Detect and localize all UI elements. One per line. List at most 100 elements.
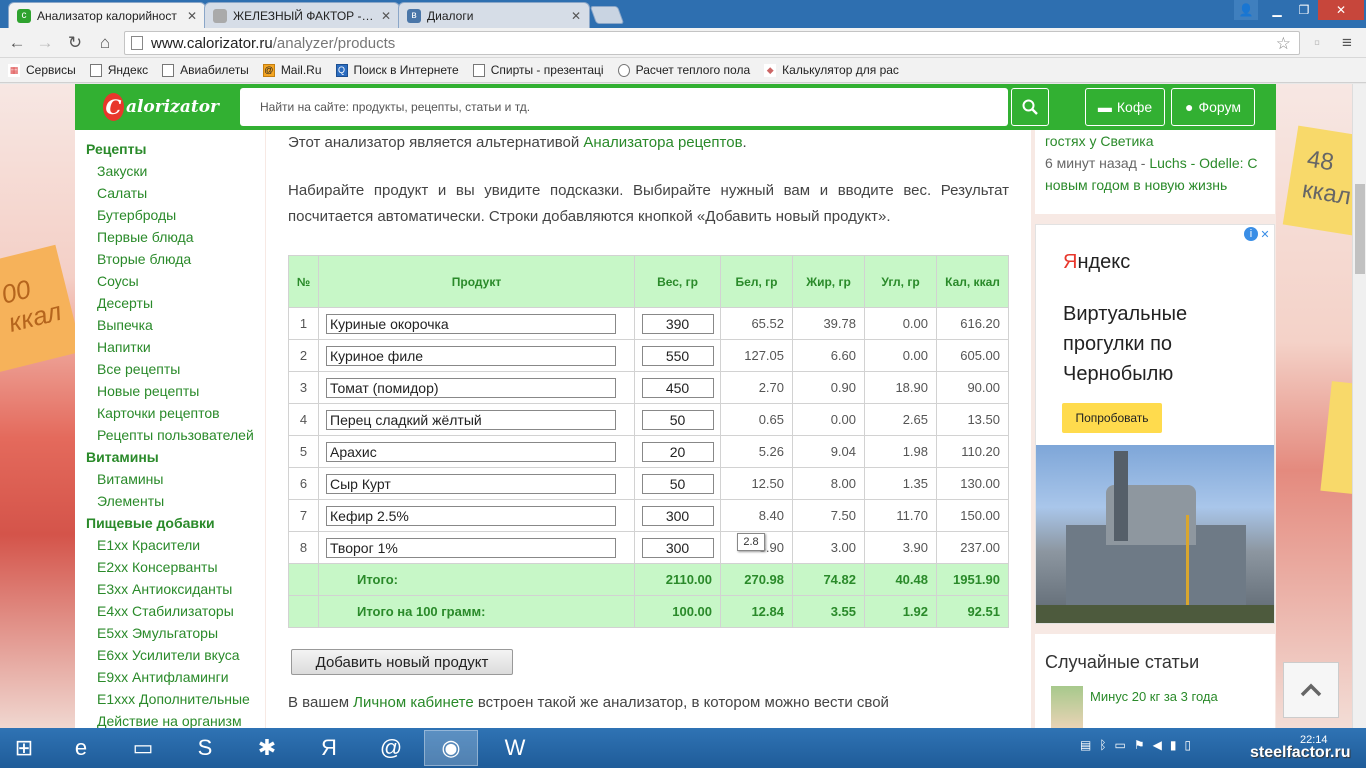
product-input[interactable]: Куриные окорочка bbox=[326, 313, 616, 334]
bluetooth-icon[interactable]: ᛒ bbox=[1099, 738, 1106, 752]
search-button[interactable] bbox=[1011, 88, 1049, 126]
home-icon[interactable]: ⌂ bbox=[94, 33, 116, 53]
sidebar-heading-recipes[interactable]: Рецепты bbox=[86, 138, 265, 160]
article-thumbnail[interactable] bbox=[1051, 686, 1083, 728]
language-icon[interactable]: ▯ bbox=[1185, 738, 1192, 752]
ad-try-button[interactable]: Попробовать bbox=[1062, 403, 1162, 433]
weight-input[interactable]: 50 bbox=[641, 409, 714, 430]
bookmark-aviabilety[interactable]: Авиабилеты bbox=[162, 63, 249, 77]
ad-info-icon[interactable]: i bbox=[1244, 227, 1258, 241]
sidebar-item-e4xx[interactable]: E4xx Стабилизаторы bbox=[86, 600, 265, 622]
mail-agent-icon[interactable]: @ bbox=[364, 730, 418, 766]
network-icon[interactable]: ▮ bbox=[1170, 738, 1177, 752]
sidebar-item-sousy[interactable]: Соусы bbox=[86, 270, 265, 292]
tab-zhelezny-faktor[interactable]: ЖЕЛЕЗНЫЙ ФАКТОР - лу ✕ bbox=[204, 2, 400, 28]
tab-analyzer[interactable]: c Анализатор калорийност ✕ bbox=[8, 2, 206, 28]
url-field[interactable]: www.calorizator.ru/analyzer/products ☆ bbox=[124, 31, 1300, 55]
recipe-analyzer-link[interactable]: Анализатора рецептов bbox=[583, 134, 742, 151]
sidebar-item-elementy[interactable]: Элементы bbox=[86, 490, 265, 512]
sidebar-heading-vitamins[interactable]: Витамины bbox=[86, 446, 265, 468]
article-link[interactable]: Минус 20 кг за 3 года bbox=[1090, 689, 1218, 704]
sidebar-item-pervye-blyuda[interactable]: Первые блюда bbox=[86, 226, 265, 248]
weight-input[interactable]: 450 bbox=[641, 377, 714, 398]
bookmark-teply-pol[interactable]: Расчет теплого пола bbox=[617, 63, 750, 77]
reload-icon[interactable]: ↻ bbox=[64, 33, 86, 53]
yandex-browser-icon[interactable]: Я bbox=[302, 730, 356, 766]
tray-device-icon[interactable]: ▤ bbox=[1080, 738, 1091, 752]
weight-input[interactable]: 300 bbox=[641, 505, 714, 526]
product-input[interactable]: Перец сладкий жёлтый bbox=[326, 409, 616, 430]
sidebar-item-e3xx[interactable]: E3xx Антиоксиданты bbox=[86, 578, 265, 600]
windows-start-icon[interactable]: ⊞ bbox=[0, 730, 48, 766]
sidebar-item-e5xx[interactable]: E5xx Эмульгаторы bbox=[86, 622, 265, 644]
activity-user-link[interactable]: Luchs bbox=[1149, 155, 1186, 171]
chrome-icon[interactable]: ◉ bbox=[424, 730, 478, 766]
yandex-ad-block[interactable]: i ✕ Яндекс Виртуальные прогулки по Черно… bbox=[1035, 224, 1275, 624]
bookmark-star-icon[interactable]: ☆ bbox=[1276, 34, 1291, 54]
back-arrow-icon[interactable]: ← bbox=[6, 33, 28, 53]
minimize-button[interactable]: ▁ bbox=[1264, 0, 1290, 20]
sidebar-item-napitki[interactable]: Напитки bbox=[86, 336, 265, 358]
activity-topic-link[interactable]: гостях у Светика bbox=[1045, 130, 1265, 152]
bookmark-mailru[interactable]: @ Mail.Ru bbox=[262, 63, 322, 77]
extension-icon[interactable]: ▫ bbox=[1306, 33, 1328, 53]
sidebar-item-vitaminy[interactable]: Витамины bbox=[86, 468, 265, 490]
display-icon[interactable]: ▭ bbox=[1115, 738, 1126, 752]
sidebar-item-vse-recepty[interactable]: Все рецепты bbox=[86, 358, 265, 380]
scroll-to-top-button[interactable] bbox=[1283, 662, 1339, 718]
file-explorer-icon[interactable]: ▭ bbox=[116, 730, 170, 766]
page-scrollbar[interactable] bbox=[1352, 84, 1366, 728]
volume-icon[interactable]: ◀ bbox=[1153, 738, 1162, 752]
sidebar-heading-additives[interactable]: Пищевые добавки bbox=[86, 512, 265, 534]
sidebar-item-e9xx[interactable]: E9xx Антифламинги bbox=[86, 666, 265, 688]
bookmark-yandex[interactable]: Яндекс bbox=[89, 63, 148, 77]
close-window-button[interactable]: ✕ bbox=[1318, 0, 1364, 20]
personal-cabinet-link[interactable]: Личном кабинете bbox=[353, 694, 474, 711]
weight-input[interactable]: 300 bbox=[641, 537, 714, 558]
restore-button[interactable]: ❐ bbox=[1290, 0, 1318, 20]
bookmark-spirty[interactable]: Спирты - презентаці bbox=[472, 63, 604, 77]
product-input[interactable]: Кефир 2.5% bbox=[326, 505, 616, 526]
torrent-icon[interactable]: ✱ bbox=[240, 730, 294, 766]
user-profile-icon[interactable]: 👤 bbox=[1234, 0, 1258, 20]
site-logo[interactable]: Calorizator bbox=[103, 90, 219, 124]
product-input[interactable]: Арахис bbox=[326, 441, 616, 462]
word-icon[interactable]: W bbox=[488, 730, 542, 766]
sidebar-item-vtorye-blyuda[interactable]: Вторые блюда bbox=[86, 248, 265, 270]
sidebar-item-kartochki[interactable]: Карточки рецептов bbox=[86, 402, 265, 424]
sidebar-item-zakuski[interactable]: Закуски bbox=[86, 160, 265, 182]
bookmark-search[interactable]: Q Поиск в Интернете bbox=[335, 63, 459, 77]
weight-input[interactable]: 390 bbox=[641, 313, 714, 334]
site-search-input[interactable]: Найти на сайте: продукты, рецепты, стать… bbox=[240, 88, 1008, 126]
close-tab-icon[interactable]: ✕ bbox=[381, 9, 391, 23]
sidebar-item-recepty-polzovateley[interactable]: Рецепты пользователей bbox=[86, 424, 265, 446]
new-tab-button[interactable] bbox=[589, 6, 625, 24]
sidebar-item-deserty[interactable]: Десерты bbox=[86, 292, 265, 314]
scrollbar-thumb[interactable] bbox=[1355, 184, 1365, 274]
tab-dialogs[interactable]: в Диалоги ✕ bbox=[398, 2, 590, 28]
sidebar-item-vypechka[interactable]: Выпечка bbox=[86, 314, 265, 336]
product-input[interactable]: Сыр Курт bbox=[326, 473, 616, 494]
coffee-button[interactable]: ▬ Кофе bbox=[1085, 88, 1165, 126]
weight-input[interactable]: 550 bbox=[641, 345, 714, 366]
add-product-button[interactable]: Добавить новый продукт bbox=[291, 649, 513, 675]
product-input[interactable]: Творог 1% bbox=[326, 537, 616, 558]
weight-input[interactable]: 20 bbox=[641, 441, 714, 462]
sidebar-item-deystvie[interactable]: Действие на организм bbox=[86, 710, 265, 728]
sidebar-item-buterbrody[interactable]: Бутерброды bbox=[86, 204, 265, 226]
ad-close-icon[interactable]: ✕ bbox=[1258, 227, 1272, 241]
sidebar-item-salaty[interactable]: Салаты bbox=[86, 182, 265, 204]
product-input[interactable]: Томат (помидор) bbox=[326, 377, 616, 398]
sidebar-item-e6xx[interactable]: E6xx Усилители вкуса bbox=[86, 644, 265, 666]
sidebar-item-e1xxx[interactable]: E1xxx Дополнительные bbox=[86, 688, 265, 710]
product-input[interactable]: Куриное филе bbox=[326, 345, 616, 366]
sidebar-item-novye-recepty[interactable]: Новые рецепты bbox=[86, 380, 265, 402]
sidebar-item-e2xx[interactable]: E2xx Консерванты bbox=[86, 556, 265, 578]
internet-explorer-icon[interactable]: e bbox=[54, 730, 108, 766]
sidebar-item-e1xx[interactable]: E1xx Красители bbox=[86, 534, 265, 556]
close-tab-icon[interactable]: ✕ bbox=[571, 9, 581, 23]
forward-arrow-icon[interactable]: → bbox=[34, 33, 56, 53]
forum-button[interactable]: ● Форум bbox=[1171, 88, 1255, 126]
bookmark-services[interactable]: ▦ Сервисы bbox=[8, 63, 76, 77]
weight-input[interactable]: 50 bbox=[641, 473, 714, 494]
